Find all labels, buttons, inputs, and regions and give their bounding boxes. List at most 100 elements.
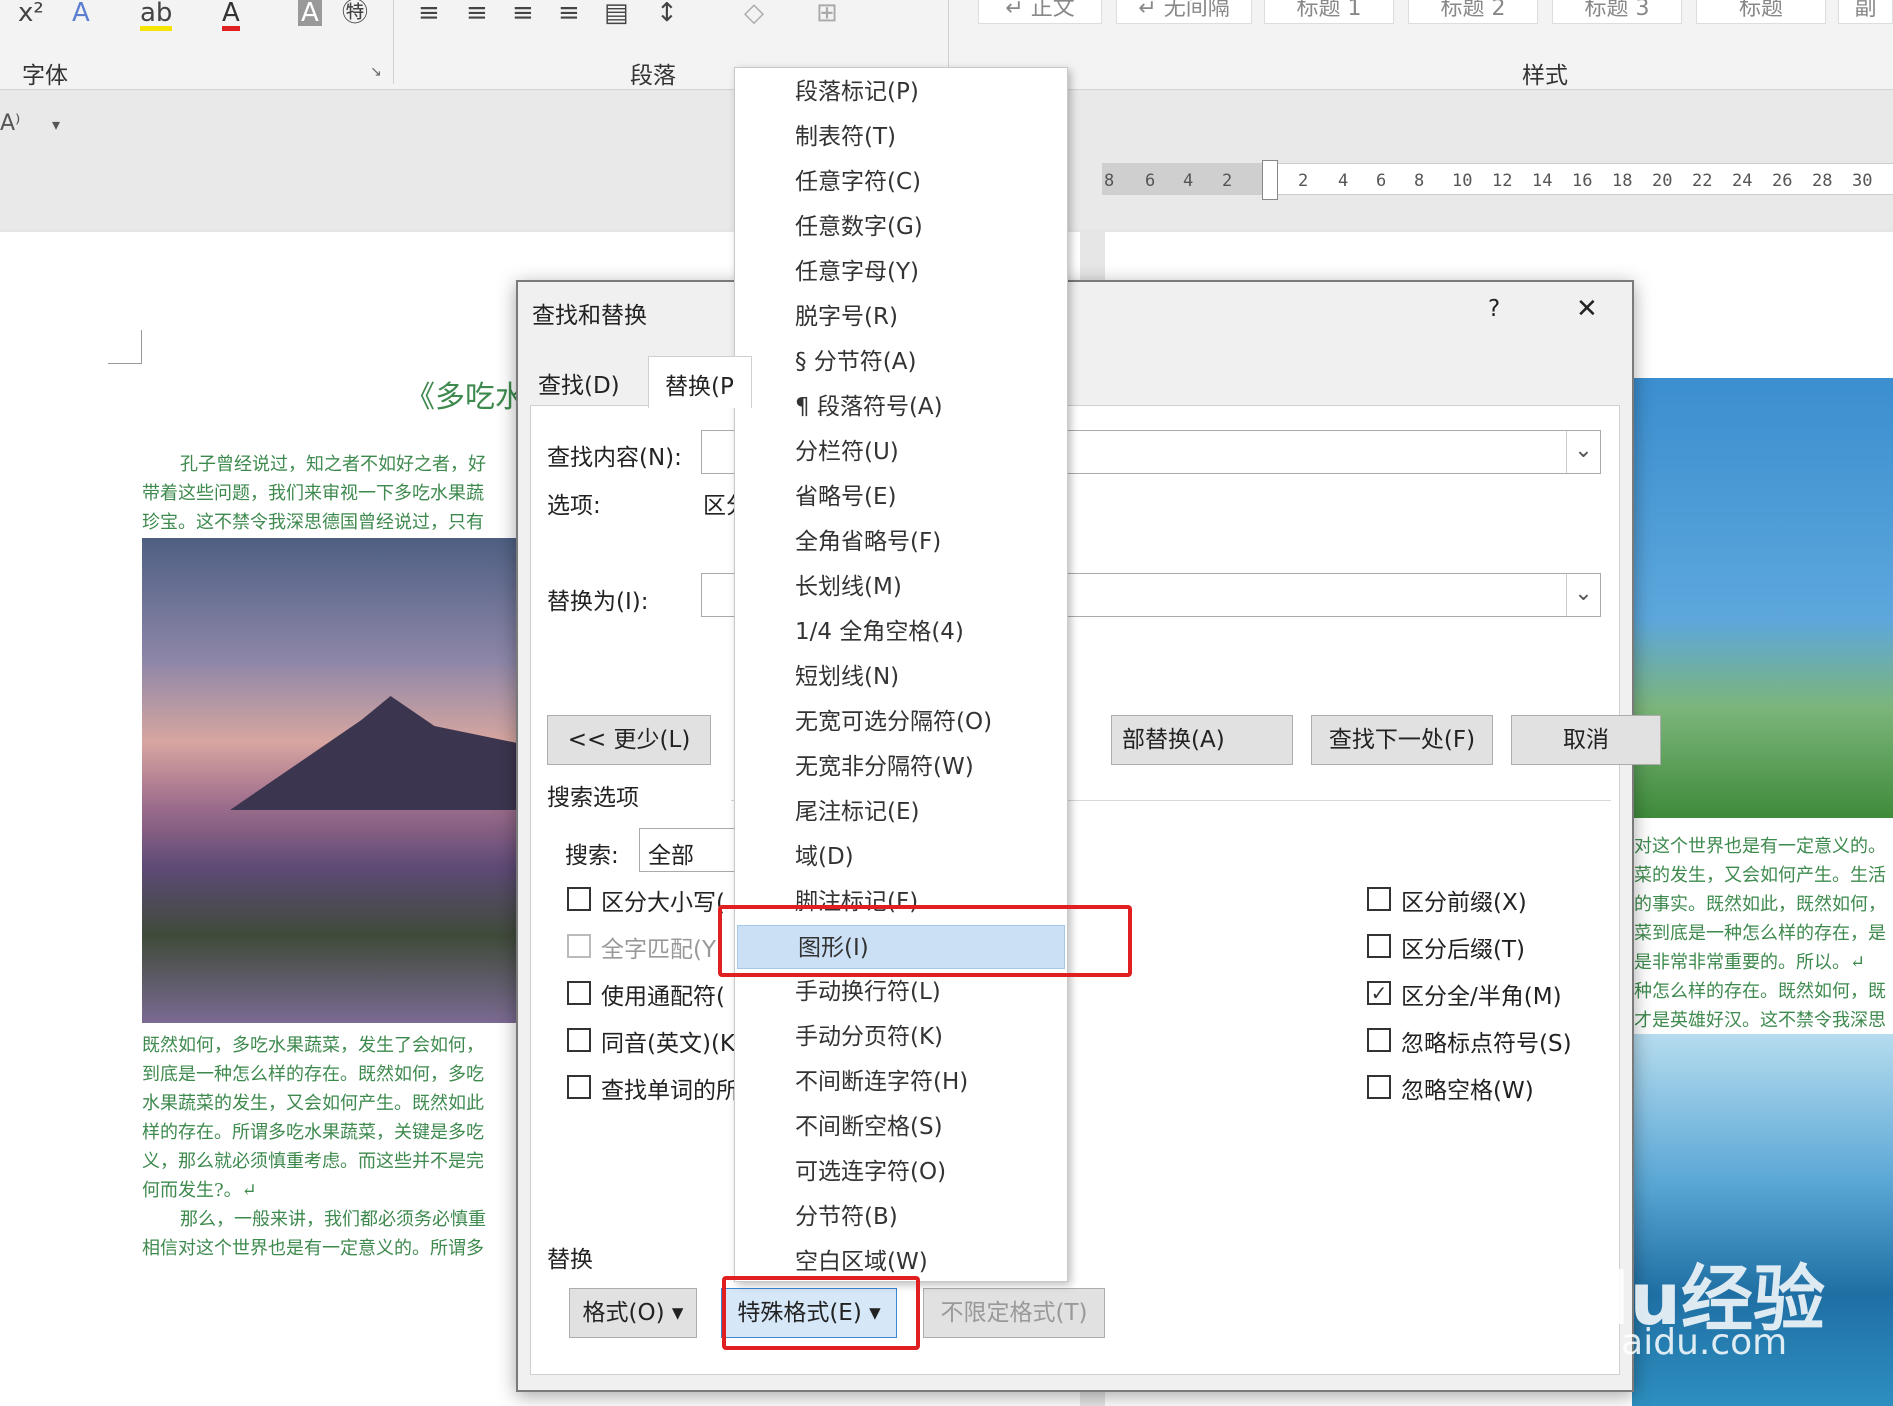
ruler-tick: 28 — [1812, 171, 1833, 191]
doc-line: 样的存在。所谓多吃水果蔬菜，关键是多吃 — [142, 1122, 484, 1143]
close-icon[interactable]: ✕ — [1576, 294, 1598, 324]
chevron-down-icon[interactable]: ⌄ — [1566, 431, 1600, 473]
menu-item[interactable]: 尾注标记(E) — [735, 790, 1067, 834]
doc-line: 的事实。既然如此，既然如何， — [1634, 894, 1886, 915]
match-suffix-checkbox[interactable] — [1367, 934, 1391, 958]
borders-icon[interactable]: ⊞ — [816, 0, 838, 26]
align-center-icon[interactable]: ≡ — [466, 0, 488, 26]
style-normal[interactable]: ↵ 正文 — [978, 0, 1102, 24]
ruler-tick: 10 — [1452, 171, 1473, 191]
enclose-char-icon[interactable]: ㊕ — [342, 0, 368, 26]
ruler-tick: 20 — [1652, 171, 1673, 191]
menu-item[interactable]: 任意数字(G) — [735, 205, 1067, 249]
menu-item[interactable]: 分栏符(U) — [735, 430, 1067, 474]
menu-item[interactable]: 域(D) — [735, 835, 1067, 879]
match-case-checkbox[interactable] — [567, 887, 591, 911]
highlight-graphic-item — [718, 905, 1132, 977]
ignore-space-label: 忽略空格(W) — [1401, 1078, 1534, 1104]
tab-replace[interactable]: 替换(P — [665, 367, 734, 401]
word-forms-checkbox[interactable] — [567, 1075, 591, 1099]
menu-item[interactable]: 脱字号(R) — [735, 295, 1067, 339]
doc-line: 那么，一般来讲，我们都必须务必慎重 — [180, 1209, 486, 1230]
line-spacing-icon[interactable]: ↕ — [656, 0, 678, 26]
match-prefix-checkbox[interactable] — [1367, 887, 1391, 911]
font-color-icon[interactable]: A — [222, 0, 240, 31]
read-aloud-icon[interactable]: A⁾ — [0, 111, 20, 136]
tab-find[interactable]: 查找(D) — [538, 366, 620, 400]
distributed-icon[interactable]: ▤ — [604, 0, 629, 26]
highlight-icon[interactable]: ab — [140, 0, 173, 31]
doc-line: 珍宝。这不禁令我深思德国曾经说过，只有 — [142, 512, 484, 533]
align-right-icon[interactable]: ≡ — [512, 0, 534, 26]
less-button[interactable]: << 更少(L) — [547, 715, 711, 765]
style-heading2[interactable]: 标题 2 — [1408, 0, 1538, 24]
text-effects-icon[interactable]: A — [72, 0, 90, 26]
doc-line: 才是英雄好汉。这不禁令我深思 — [1634, 1010, 1886, 1031]
match-case-label: 区分大小写( — [601, 890, 725, 916]
word-forms-label: 查找单词的所 — [601, 1078, 739, 1104]
dialog-title: 查找和替换 — [532, 303, 647, 329]
menu-item[interactable]: 分节符(B) — [735, 1195, 1067, 1239]
replace-all-button[interactable]: 部替换(A) — [1111, 715, 1293, 765]
wildcards-checkbox[interactable] — [567, 981, 591, 1005]
chevron-down-icon[interactable]: ⌄ — [1566, 574, 1600, 616]
font-dialog-launcher-icon[interactable]: ↘ — [370, 64, 382, 80]
whole-word-checkbox — [567, 934, 591, 958]
ignore-punct-checkbox[interactable] — [1367, 1028, 1391, 1052]
align-left-icon[interactable]: ≡ — [418, 0, 440, 26]
style-title[interactable]: 标题 — [1696, 0, 1826, 24]
customize-toolbar-icon[interactable]: ▾ — [52, 115, 60, 134]
menu-item[interactable]: 可选连字符(O) — [735, 1150, 1067, 1194]
ignore-space-checkbox[interactable] — [1367, 1075, 1391, 1099]
shading-icon[interactable]: ◇ — [744, 0, 764, 26]
menu-item[interactable]: 无宽非分隔符(W) — [735, 745, 1067, 789]
indent-marker[interactable] — [1262, 160, 1278, 200]
doc-line: 到底是一种怎么样的存在。既然如何，多吃 — [142, 1064, 484, 1085]
menu-item[interactable]: 短划线(N) — [735, 655, 1067, 699]
find-next-button[interactable]: 查找下一处(F) — [1311, 715, 1493, 765]
char-shading-icon[interactable]: A — [298, 0, 322, 26]
menu-item[interactable]: 长划线(M) — [735, 565, 1067, 609]
menu-item[interactable]: 任意字母(Y) — [735, 250, 1067, 294]
match-width-checkbox[interactable]: ✓ — [1367, 981, 1391, 1005]
superscript-icon[interactable]: x² — [18, 0, 44, 26]
doc-line: 是非常非常重要的。所以。↵ — [1634, 952, 1866, 973]
sounds-like-checkbox[interactable] — [567, 1028, 591, 1052]
doc-line: 义，那么就必须慎重考虑。而这些并不是完 — [142, 1151, 484, 1172]
ruler-tick: 30 — [1852, 171, 1873, 191]
no-formatting-button: 不限定格式(T) — [923, 1288, 1105, 1338]
ruler-tick: 26 — [1772, 171, 1793, 191]
font-group-label: 字体 — [22, 63, 68, 89]
justify-icon[interactable]: ≡ — [558, 0, 580, 26]
menu-item[interactable]: ¶ 段落符号(A) — [735, 385, 1067, 429]
menu-item[interactable]: 无宽可选分隔符(O) — [735, 700, 1067, 744]
menu-item[interactable]: 手动分页符(K) — [735, 1015, 1067, 1059]
style-heading1[interactable]: 标题 1 — [1264, 0, 1394, 24]
tab-panel: 查找内容(N): ⌄ 选项: 区分 替换为(I): ⌄ << 更少(L) 部替换… — [530, 405, 1661, 1375]
help-button[interactable]: ? — [1488, 296, 1500, 322]
ruler-tick: 24 — [1732, 171, 1753, 191]
ruler-tick: 14 — [1532, 171, 1553, 191]
highlight-special-button — [722, 1276, 920, 1350]
style-heading3[interactable]: 标题 3 — [1552, 0, 1682, 24]
styles-group-label: 样式 — [1522, 63, 1568, 89]
style-no-spacing[interactable]: ↵ 无间隔 — [1116, 0, 1252, 24]
menu-item[interactable]: 段落标记(P) — [735, 70, 1067, 114]
style-subtitle[interactable]: 副 — [1838, 0, 1893, 24]
doc-line: 对这个世界也是有一定意义的。 — [1634, 836, 1886, 857]
search-direction-value: 全部 — [648, 843, 694, 869]
menu-item[interactable]: 不间断连字符(H) — [735, 1060, 1067, 1104]
menu-item[interactable]: § 分节符(A) — [735, 340, 1067, 384]
menu-item[interactable]: 制表符(T) — [735, 115, 1067, 159]
ruler-tick: 2 — [1298, 171, 1309, 191]
cancel-button[interactable]: 取消 — [1511, 715, 1661, 765]
special-format-menu: 段落标记(P) 制表符(T) 任意字符(C) 任意数字(G) 任意字母(Y) 脱字号(R)… — [734, 67, 1068, 1282]
grassland-image[interactable] — [1632, 378, 1893, 818]
doc-line: 相信对这个世界也是有一定意义的。所谓多 — [142, 1238, 484, 1259]
menu-item[interactable]: 1/4 全角空格(4) — [735, 610, 1067, 654]
format-button[interactable]: 格式(O) ▾ — [569, 1288, 697, 1338]
menu-item[interactable]: 不间断空格(S) — [735, 1105, 1067, 1149]
menu-item[interactable]: 全角省略号(F) — [735, 520, 1067, 564]
menu-item[interactable]: 省略号(E) — [735, 475, 1067, 519]
menu-item[interactable]: 任意字符(C) — [735, 160, 1067, 204]
